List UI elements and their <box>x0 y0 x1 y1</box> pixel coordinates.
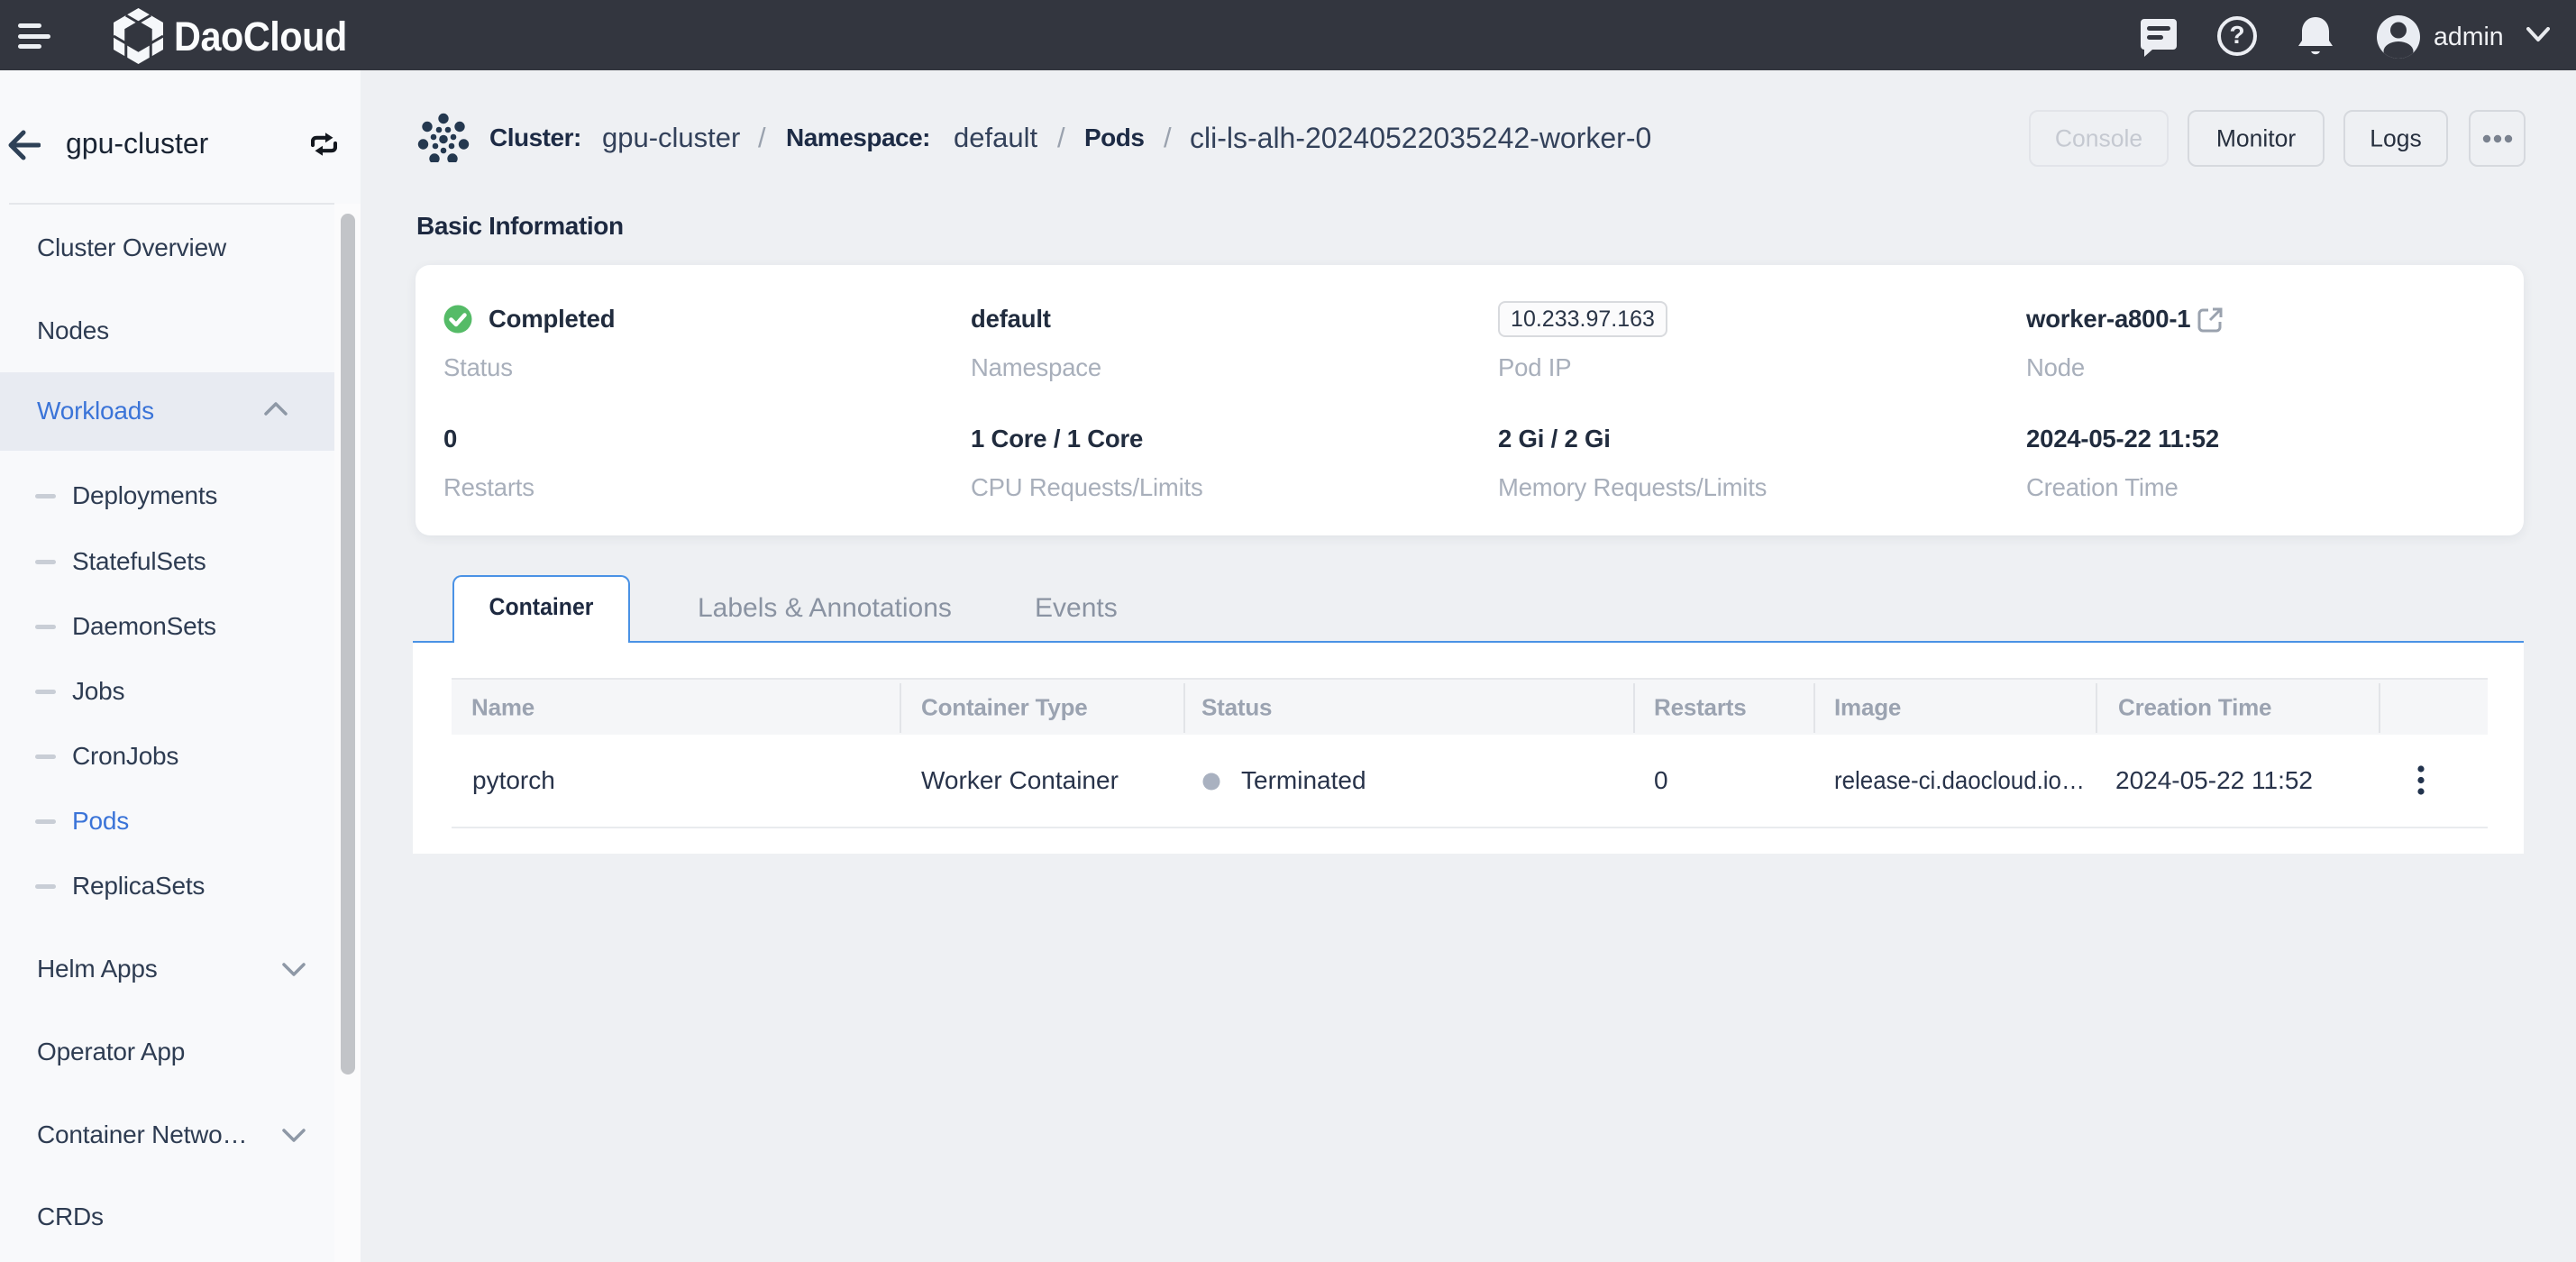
svg-text:?: ? <box>2229 21 2244 49</box>
